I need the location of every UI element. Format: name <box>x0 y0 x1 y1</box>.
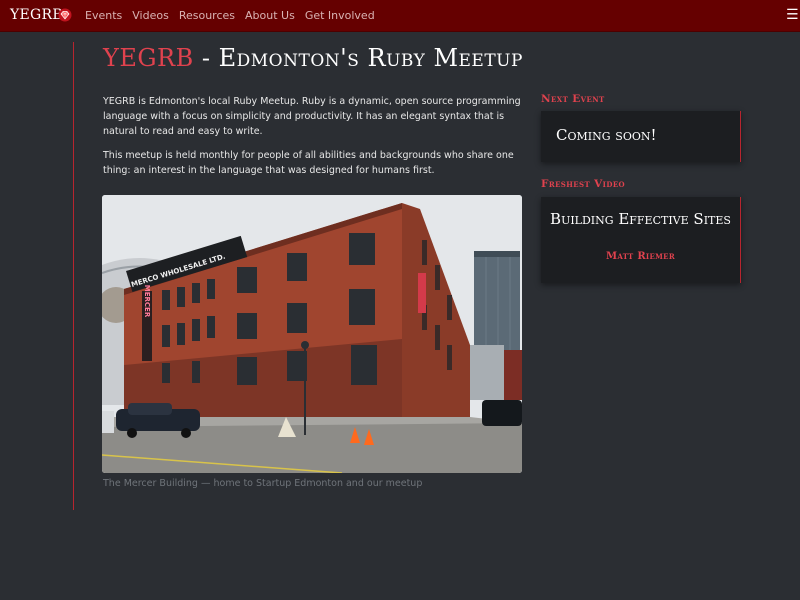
nav-about-us[interactable]: About Us <box>245 0 295 31</box>
next-event-text: Coming soon! <box>556 126 657 144</box>
video-speaker: Matt Riemer <box>606 251 675 262</box>
intro-paragraph-1: YEGRB is Edmonton's local Ruby Meetup. R… <box>103 96 521 137</box>
brand-name[interactable]: YEGRB <box>10 0 63 31</box>
page-title-accent: YEGRB <box>103 44 194 72</box>
photo-sign-mercer: MERCER <box>143 285 151 318</box>
next-event-heading: Next Event <box>541 93 605 105</box>
page-title-rest: - Edmonton's Ruby Meetup <box>193 44 523 72</box>
freshest-video-heading: Freshest Video <box>541 178 626 190</box>
top-navbar: YEGRB Events Videos Resources About Us G… <box>0 0 800 32</box>
page-title: YEGRB - Edmonton's Ruby Meetup <box>103 44 523 72</box>
video-title[interactable]: Building Effective Sites <box>541 210 740 229</box>
next-event-card[interactable]: Coming soon! <box>541 111 741 162</box>
mercer-building-illustration: MERCO WHOLESALE LTD. MERCER <box>102 195 522 473</box>
freshest-video-card[interactable]: Building Effective Sites Matt Riemer <box>541 197 741 283</box>
ruby-icon[interactable] <box>58 8 72 22</box>
nav-events[interactable]: Events <box>85 0 122 31</box>
intro-paragraph-2: This meetup is held monthly for people o… <box>103 150 514 176</box>
nav-get-involved[interactable]: Get Involved <box>305 0 375 31</box>
nav-links: Events Videos Resources About Us Get Inv… <box>85 0 385 31</box>
nav-videos[interactable]: Videos <box>132 0 169 31</box>
menu-toggle-icon[interactable]: ☰ <box>786 5 800 25</box>
nav-resources[interactable]: Resources <box>179 0 235 31</box>
photo-caption: The Mercer Building — home to Startup Ed… <box>103 478 423 489</box>
left-accent-line <box>73 42 74 510</box>
mercer-building-photo: MERCO WHOLESALE LTD. MERCER <box>102 195 522 473</box>
